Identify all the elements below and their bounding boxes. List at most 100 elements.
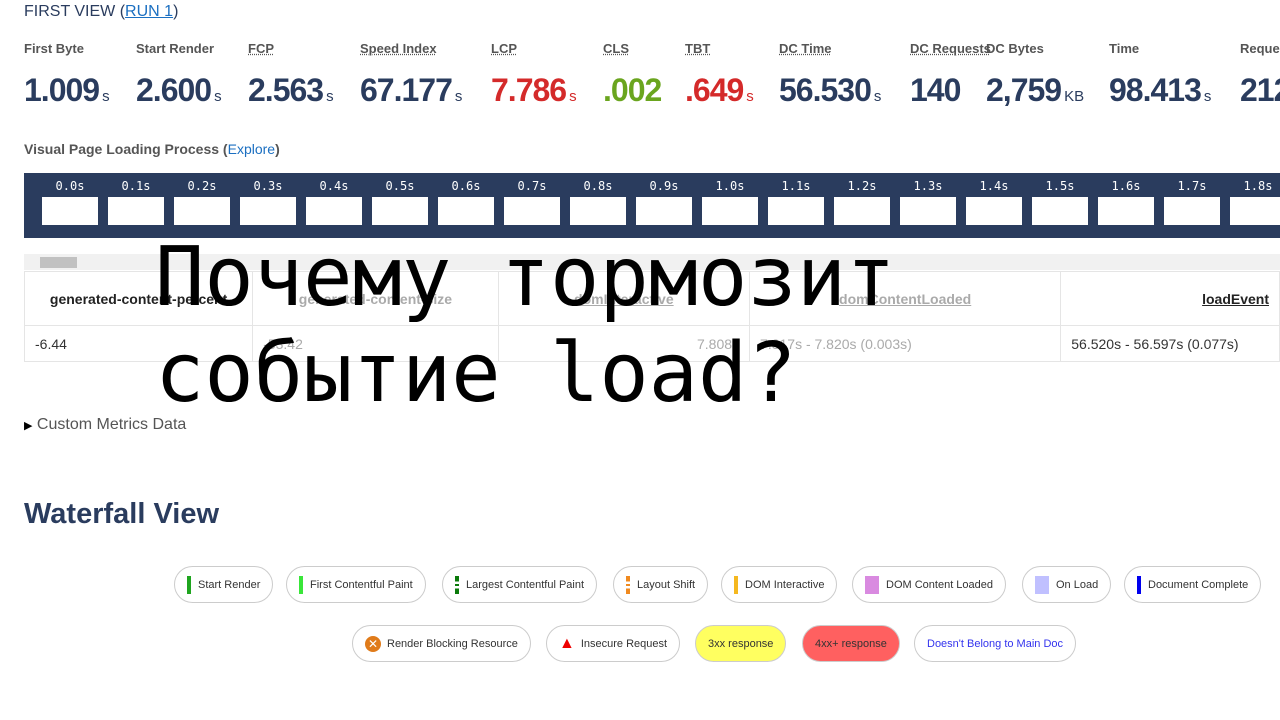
- overlay-title: Почему тормозит событие load?: [155, 230, 896, 422]
- filmstrip-frame[interactable]: 0.5s: [372, 173, 428, 225]
- legend-item: Largest Contentful Paint: [442, 566, 598, 603]
- metric-unit: s: [326, 88, 334, 105]
- legend-item: ✕ Render Blocking Resource: [352, 625, 531, 662]
- filmstrip-frame[interactable]: 1.4s: [966, 173, 1022, 225]
- scrollbar-thumb[interactable]: [40, 257, 77, 268]
- legend-marker-icon: [187, 575, 191, 594]
- legend-marker-icon: [865, 575, 879, 594]
- warning-icon: ▲: [559, 634, 575, 652]
- filmstrip-frame[interactable]: 0.6s: [438, 173, 494, 225]
- filmstrip-frame[interactable]: 0.9s: [636, 173, 692, 225]
- filmstrip-frame[interactable]: 0.4s: [306, 173, 362, 225]
- metric-value: 7.786 s: [491, 72, 577, 109]
- metric-7: DC Time 56.530 s: [779, 42, 881, 109]
- metric-label: TBT: [685, 41, 711, 56]
- legend-label: DOM Interactive: [745, 578, 825, 591]
- metric-value: 2,759 KB: [986, 72, 1084, 109]
- legend-label: 4xx+ response: [815, 637, 887, 650]
- frame-time: 0.3s: [253, 179, 283, 193]
- metric-4: LCP 7.786 s: [491, 42, 577, 109]
- metric-8: DC Requests 140: [910, 42, 991, 109]
- filmstrip-frame[interactable]: 1.1s: [768, 173, 824, 225]
- filmstrip-frame[interactable]: 0.2s: [174, 173, 230, 225]
- visual-title: Visual Page Loading Process: [24, 141, 220, 157]
- explore-link[interactable]: Explore: [228, 141, 275, 157]
- metric-number: 56.530: [779, 72, 872, 108]
- metric-label: Speed Index: [360, 41, 437, 56]
- metric-3: Speed Index 67.177 s: [360, 42, 462, 109]
- frame-thumbnail: [1098, 197, 1154, 225]
- metric-number: 67.177: [360, 72, 453, 108]
- filmstrip-frame[interactable]: 1.3s: [900, 173, 956, 225]
- metric-value: 1.009 s: [24, 72, 110, 109]
- frame-thumbnail: [834, 197, 890, 225]
- frame-thumbnail: [174, 197, 230, 225]
- legend-label: Render Blocking Resource: [387, 637, 518, 650]
- metric-0: First Byte 1.009 s: [24, 42, 110, 109]
- legend-item: DOM Content Loaded: [852, 566, 1007, 603]
- filmstrip-frame[interactable]: 1.6s: [1098, 173, 1154, 225]
- filmstrip-frame[interactable]: 1.2s: [834, 173, 890, 225]
- frame-time: 0.1s: [121, 179, 151, 193]
- metric-label: LCP: [491, 41, 517, 56]
- filmstrip-frame[interactable]: 0.3s: [240, 173, 296, 225]
- frame-time: 0.2s: [187, 179, 217, 193]
- filmstrip-frame[interactable]: 0.7s: [504, 173, 560, 225]
- filmstrip-frame[interactable]: 1.0s: [702, 173, 758, 225]
- frame-time: 0.9s: [649, 179, 679, 193]
- frame-thumbnail: [702, 197, 758, 225]
- filmstrip-frame[interactable]: 1.7s: [1164, 173, 1220, 225]
- overlay-line: Почему тормозит: [155, 230, 896, 325]
- filmstrip-frame[interactable]: 1.5s: [1032, 173, 1088, 225]
- legend-marker-icon: [455, 575, 459, 594]
- run-link[interactable]: RUN 1: [125, 3, 173, 20]
- filmstrip-frame[interactable]: 0.1s: [108, 173, 164, 225]
- metric-number: .649: [685, 72, 744, 108]
- legend-label: On Load: [1056, 578, 1099, 591]
- first-view-heading: FIRST VIEW (RUN 1): [24, 3, 178, 21]
- frame-time: 1.8s: [1243, 179, 1273, 193]
- legend-item: Start Render: [174, 566, 274, 603]
- legend-item: Document Complete: [1124, 566, 1262, 603]
- frame-time: 1.3s: [913, 179, 943, 193]
- metric-unit: s: [1203, 88, 1212, 105]
- metric-value: .002: [603, 72, 664, 109]
- legend-marker-icon: [626, 575, 630, 594]
- legend-label: Document Complete: [1148, 578, 1249, 591]
- frame-time: 0.8s: [583, 179, 613, 193]
- legend-item: First Contentful Paint: [286, 566, 426, 603]
- metric-6: TBT .649 s: [685, 42, 754, 109]
- frame-thumbnail: [306, 197, 362, 225]
- legend-item: DOM Interactive: [721, 566, 838, 603]
- filmstrip-frame[interactable]: 1.8s: [1230, 173, 1280, 225]
- metric-unit: s: [102, 88, 110, 105]
- legend-label: DOM Content Loaded: [886, 578, 994, 591]
- filmstrip-frame[interactable]: 0.8s: [570, 173, 626, 225]
- legend-marker-icon: [299, 575, 303, 594]
- frame-time: 1.5s: [1045, 179, 1075, 193]
- col-header[interactable]: loadEvent: [1060, 271, 1280, 326]
- legend-label: Start Render: [198, 578, 261, 591]
- filmstrip: 0.0s 0.1s 0.2s 0.3s 0.4s 0.5s 0.6s 0.7s 0.8s 0.9s…: [24, 173, 1280, 238]
- waterfall-title: Waterfall View: [24, 498, 220, 530]
- legend-marker-icon: [1137, 575, 1141, 594]
- metric-label: DC Bytes: [986, 41, 1044, 56]
- metric-number: 98.413: [1109, 72, 1202, 108]
- frame-thumbnail: [966, 197, 1022, 225]
- metric-value: 2.563 s: [248, 72, 334, 109]
- frame-thumbnail: [900, 197, 956, 225]
- frame-thumbnail: [504, 197, 560, 225]
- frame-thumbnail: [768, 197, 824, 225]
- frame-time: 0.4s: [319, 179, 349, 193]
- legend-item: On Load: [1022, 566, 1112, 603]
- frame-thumbnail: [636, 197, 692, 225]
- metric-value: 98.413 s: [1109, 72, 1211, 109]
- triangle-right-icon: ▶: [24, 420, 33, 432]
- metric-unit: KB: [1064, 88, 1085, 105]
- filmstrip-frame[interactable]: 0.0s: [42, 173, 98, 225]
- legend-label: Layout Shift: [637, 578, 696, 591]
- legend-marker-icon: [1035, 575, 1049, 594]
- legend-label: Largest Contentful Paint: [466, 578, 585, 591]
- metric-unit: s: [873, 88, 882, 105]
- frame-time: 1.0s: [715, 179, 745, 193]
